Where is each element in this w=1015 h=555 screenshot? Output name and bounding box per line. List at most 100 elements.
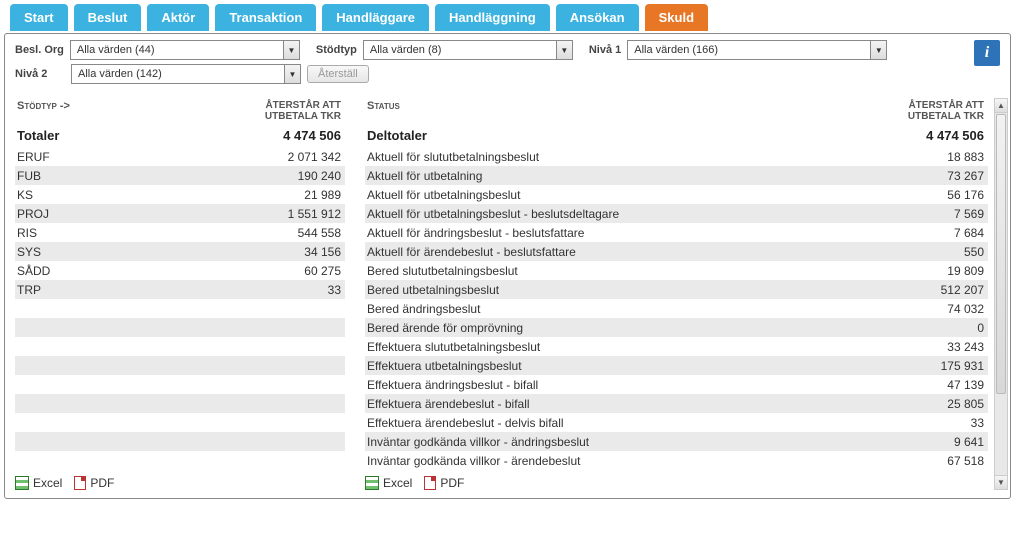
tab-skuld[interactable]: Skuld <box>645 4 708 31</box>
excel-icon <box>15 476 29 490</box>
right-header-status: Status <box>367 100 400 122</box>
row-value: 47 139 <box>947 378 984 392</box>
reset-button[interactable]: Återställ <box>307 65 369 83</box>
row-label: Bered utbetalningsbeslut <box>367 283 499 297</box>
tab-aktör[interactable]: Aktör <box>147 4 209 31</box>
row-value: 67 518 <box>947 454 984 468</box>
row-value: 7 684 <box>954 226 984 240</box>
table-row: Aktuell för utbetalning 73 267 <box>365 166 988 185</box>
row-label: Aktuell för utbetalningsbeslut - besluts… <box>367 207 619 221</box>
tab-beslut[interactable]: Beslut <box>74 4 142 31</box>
stodtyp-select[interactable]: Alla värden (8) ▼ <box>363 40 573 60</box>
niva2-label: Nivå 2 <box>15 68 65 80</box>
row-label: Bered ärende för omprövning <box>367 321 523 335</box>
besl-org-value: Alla värden (44) <box>71 44 283 56</box>
stodtyp-label: Stödtyp <box>316 44 357 56</box>
table-row: Effektuera ärendebeslut - delvis bifall3… <box>365 413 988 432</box>
row-label: Inväntar godkända villkor - ändringsbesl… <box>367 435 589 449</box>
table-row: Aktuell för slututbetalningsbeslut18 883 <box>365 147 988 166</box>
row-value: 34 156 <box>304 245 341 259</box>
niva2-select[interactable]: Alla värden (142) ▼ <box>71 64 301 84</box>
filter-row-1: Besl. Org Alla värden (44) ▼ Stödtyp All… <box>15 40 1000 60</box>
table-row: Bered slututbetalningsbeslut19 809 <box>365 261 988 280</box>
table-row: Effektuera ändringsbeslut - bifall47 139 <box>365 375 988 394</box>
scroll-down-icon[interactable]: ▼ <box>995 475 1007 489</box>
row-value: 21 989 <box>304 188 341 202</box>
row-label: TRP <box>17 283 41 297</box>
row-label: Effektuera slututbetalningsbeslut <box>367 340 540 354</box>
row-label: Aktuell för ärendebeslut - beslutsfattar… <box>367 245 576 259</box>
niva1-select[interactable]: Alla värden (166) ▼ <box>627 40 887 60</box>
tab-handläggare[interactable]: Handläggare <box>322 4 429 31</box>
export-pdf-left[interactable]: PDF <box>74 476 114 490</box>
table-row: Effektuera slututbetalningsbeslut33 243 <box>365 337 988 356</box>
dropdown-arrow-icon: ▼ <box>556 41 572 59</box>
export-excel-label: Excel <box>33 476 62 490</box>
row-label: Aktuell för utbetalning <box>367 169 482 183</box>
besl-org-select[interactable]: Alla värden (44) ▼ <box>70 40 300 60</box>
row-value: 33 <box>328 283 341 297</box>
besl-org-label: Besl. Org <box>15 44 64 56</box>
vertical-scrollbar[interactable]: ▲ ▼ <box>994 98 1008 490</box>
stodtyp-value: Alla värden (8) <box>364 44 556 56</box>
tab-bar: StartBeslutAktörTransaktionHandläggareHa… <box>4 4 1011 31</box>
row-label: RIS <box>17 226 37 240</box>
export-pdf-right[interactable]: PDF <box>424 476 464 490</box>
row-value: 73 267 <box>947 169 984 183</box>
pdf-icon <box>74 476 86 490</box>
row-label: ERUF <box>17 150 50 164</box>
table-row: Effektuera utbetalningsbeslut175 931 <box>365 356 988 375</box>
left-table: Stödtyp -> Återstår attutbetala tkr Tota… <box>15 98 345 490</box>
scrollbar-thumb[interactable] <box>996 114 1006 394</box>
table-row <box>15 394 345 413</box>
table-row: Aktuell för ändringsbeslut - beslutsfatt… <box>365 223 988 242</box>
left-total-label: Totaler <box>17 128 59 143</box>
row-label: SYS <box>17 245 41 259</box>
niva1-value: Alla värden (166) <box>628 44 870 56</box>
row-label: Bered ändringsbeslut <box>367 302 480 316</box>
info-button[interactable]: i <box>974 40 1000 66</box>
left-total-value: 4 474 506 <box>283 128 341 143</box>
export-excel-right[interactable]: Excel <box>365 476 412 490</box>
content-area: Stödtyp -> Återstår attutbetala tkr Tota… <box>15 98 1000 490</box>
table-row: Bered ärende för omprövning 0 <box>365 318 988 337</box>
table-row <box>15 318 345 337</box>
right-total-label: Deltotaler <box>367 128 427 143</box>
row-value: 74 032 <box>947 302 984 316</box>
right-header-aterstar: Återstår attutbetala tkr <box>908 100 984 122</box>
row-value: 512 207 <box>941 283 984 297</box>
tab-start[interactable]: Start <box>10 4 68 31</box>
row-value: 2 071 342 <box>288 150 341 164</box>
row-value: 18 883 <box>947 150 984 164</box>
tab-transaktion[interactable]: Transaktion <box>215 4 316 31</box>
table-row <box>15 337 345 356</box>
table-row: Bered ändringsbeslut 74 032 <box>365 299 988 318</box>
row-value: 550 <box>964 245 984 259</box>
export-excel-left[interactable]: Excel <box>15 476 62 490</box>
table-row: KS21 989 <box>15 185 345 204</box>
row-value: 190 240 <box>298 169 341 183</box>
dropdown-arrow-icon: ▼ <box>283 41 299 59</box>
row-label: FUB <box>17 169 41 183</box>
row-label: SÅDD <box>17 264 50 278</box>
row-value: 60 275 <box>304 264 341 278</box>
row-value: 0 <box>977 321 984 335</box>
table-row: Inväntar godkända villkor - ärendebeslut… <box>365 451 988 470</box>
row-value: 19 809 <box>947 264 984 278</box>
table-row <box>15 451 345 470</box>
tab-handläggning[interactable]: Handläggning <box>435 4 550 31</box>
right-total-value: 4 474 506 <box>926 128 984 143</box>
export-pdf-label: PDF <box>440 476 464 490</box>
table-row: Bered utbetalningsbeslut 512 207 <box>365 280 988 299</box>
row-value: 544 558 <box>298 226 341 240</box>
table-row: SÅDD 60 275 <box>15 261 345 280</box>
table-row <box>15 375 345 394</box>
left-header-stodtyp: Stödtyp -> <box>17 100 70 122</box>
table-row: SYS 34 156 <box>15 242 345 261</box>
excel-icon <box>365 476 379 490</box>
row-label: Aktuell för utbetalningsbeslut <box>367 188 520 202</box>
tab-ansökan[interactable]: Ansökan <box>556 4 639 31</box>
scroll-up-icon[interactable]: ▲ <box>995 99 1007 113</box>
row-value: 25 805 <box>947 397 984 411</box>
table-row: Aktuell för utbetalningsbeslut56 176 <box>365 185 988 204</box>
